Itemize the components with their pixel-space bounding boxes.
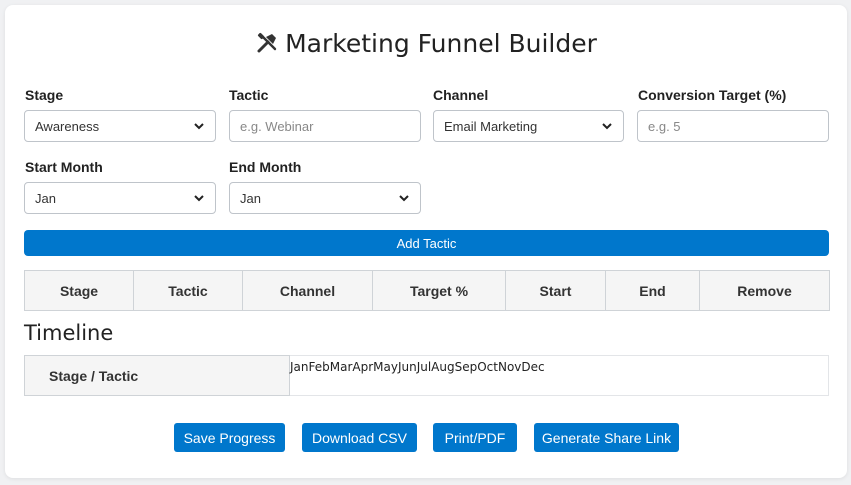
save-progress-button[interactable]: Save Progress bbox=[174, 423, 285, 452]
timeline-heading: Timeline bbox=[24, 321, 114, 345]
end-month-label: End Month bbox=[229, 159, 302, 175]
end-month-select[interactable]: Jan bbox=[229, 182, 421, 214]
column-header-channel: Channel bbox=[242, 270, 373, 311]
column-header-remove: Remove bbox=[699, 270, 830, 311]
table-header-row: Stage Tactic Channel Target % Start End … bbox=[24, 270, 830, 311]
builder-card: Marketing Funnel Builder Stage Tactic Ch… bbox=[5, 5, 847, 478]
page-title-text: Marketing Funnel Builder bbox=[285, 28, 597, 58]
chevron-down-icon bbox=[194, 195, 204, 202]
column-header-start: Start bbox=[505, 270, 606, 311]
add-tactic-button[interactable]: Add Tactic bbox=[24, 230, 829, 256]
channel-select[interactable]: Email Marketing bbox=[433, 110, 624, 142]
channel-select-value: Email Marketing bbox=[444, 118, 538, 134]
start-month-value: Jan bbox=[35, 190, 56, 206]
stage-label: Stage bbox=[25, 87, 64, 103]
tactic-input-placeholder: e.g. Webinar bbox=[240, 118, 314, 134]
tools-icon bbox=[255, 31, 279, 55]
timeline-table: Stage / Tactic JanFebMarAprMayJunJulAugS… bbox=[24, 355, 829, 396]
timeline-months: JanFebMarAprMayJunJulAugSepOctNovDec bbox=[290, 360, 545, 374]
end-month-value: Jan bbox=[240, 190, 261, 206]
column-header-tactic: Tactic bbox=[133, 270, 243, 311]
print-pdf-button[interactable]: Print/PDF bbox=[433, 423, 517, 452]
chevron-down-icon bbox=[602, 123, 612, 130]
chevron-down-icon bbox=[399, 195, 409, 202]
column-header-stage: Stage bbox=[24, 270, 134, 311]
target-input[interactable]: e.g. 5 bbox=[637, 110, 829, 142]
download-csv-button[interactable]: Download CSV bbox=[302, 423, 417, 452]
channel-label: Channel bbox=[433, 87, 489, 103]
start-month-label: Start Month bbox=[25, 159, 103, 175]
target-input-placeholder: e.g. 5 bbox=[648, 118, 681, 134]
stage-select[interactable]: Awareness bbox=[24, 110, 216, 142]
timeline-row-header: Stage / Tactic bbox=[24, 355, 290, 396]
chevron-down-icon bbox=[194, 123, 204, 130]
start-month-select[interactable]: Jan bbox=[24, 182, 216, 214]
column-header-target: Target % bbox=[372, 270, 506, 311]
target-label: Conversion Target (%) bbox=[638, 87, 787, 103]
page-title: Marketing Funnel Builder bbox=[5, 25, 847, 61]
tactics-table: Stage Tactic Channel Target % Start End … bbox=[24, 270, 830, 311]
stage-select-value: Awareness bbox=[35, 118, 100, 134]
column-header-end: End bbox=[605, 270, 700, 311]
generate-share-link-button[interactable]: Generate Share Link bbox=[534, 423, 679, 452]
tactic-input[interactable]: e.g. Webinar bbox=[229, 110, 421, 142]
tactic-label: Tactic bbox=[229, 87, 269, 103]
